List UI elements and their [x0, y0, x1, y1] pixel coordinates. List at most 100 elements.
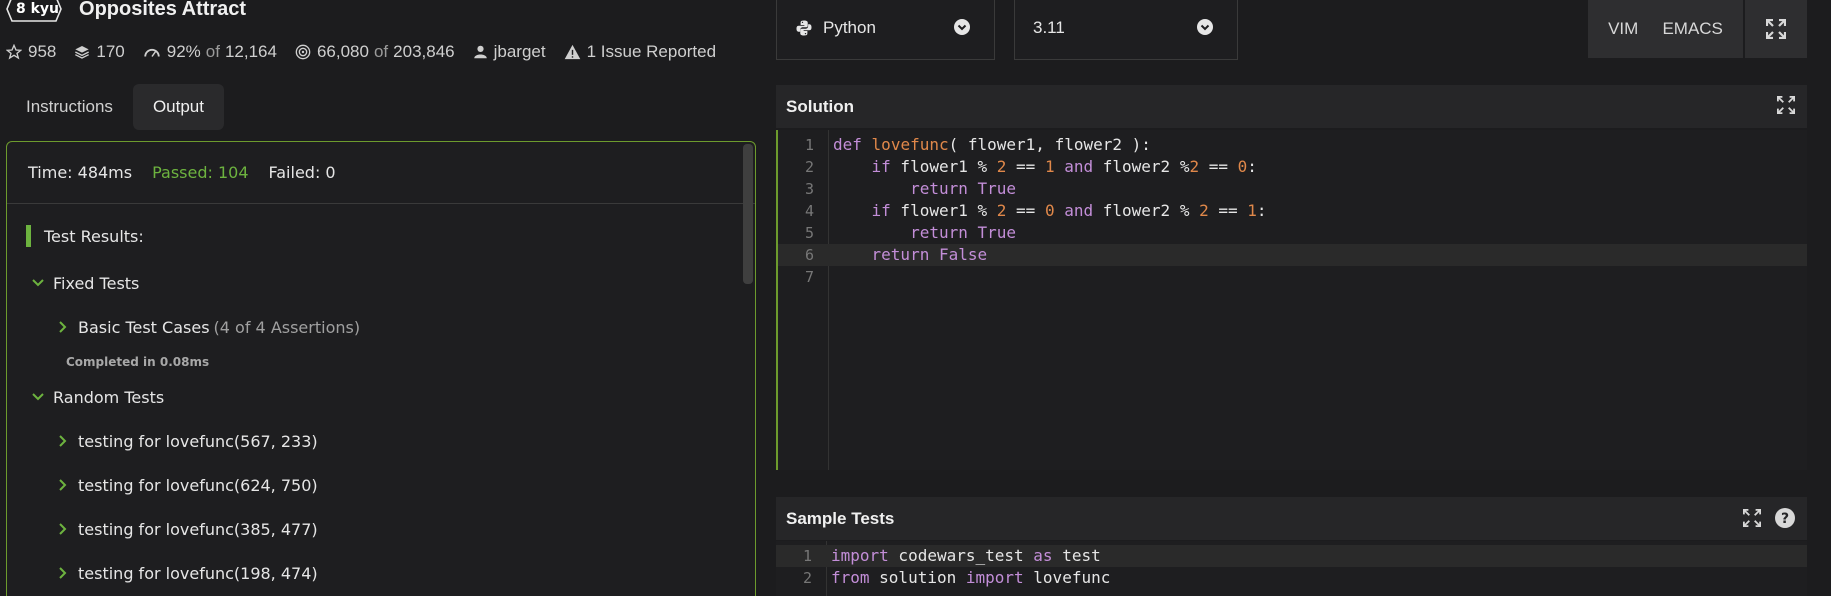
time-label: Time: 484ms	[28, 163, 133, 182]
basic-cases-label: Basic Test Cases	[78, 317, 210, 337]
kata-title: Opposites Attract	[79, 0, 247, 20]
line-number: 1	[802, 547, 812, 565]
code-text: return True	[910, 179, 1017, 198]
code-text: def lovefunc( flower1, flower2 ):	[833, 135, 1151, 154]
version-label: 3.11	[1033, 18, 1065, 37]
line-number: 1	[804, 136, 814, 154]
satisfaction-stat: 92% of 12,164	[143, 42, 277, 62]
chevron-down-icon	[1197, 19, 1213, 35]
chevron-right-icon	[59, 479, 67, 491]
expand-icon[interactable]	[1743, 509, 1761, 527]
random-test-label: testing for lovefunc(198, 474)	[78, 563, 318, 583]
code-text: from solution import lovefunc	[831, 568, 1111, 587]
kata-stats: 958 170 92% of 12,164 66,080 of 203,846 …	[6, 42, 734, 62]
chevron-down-icon	[32, 279, 44, 287]
stars-stat[interactable]: 958	[6, 42, 56, 62]
test-summary: Time: 484ms Passed: 104 Failed: 0	[7, 142, 755, 204]
code-text: if flower1 % 2 == 1 and flower2 %2 == 0:	[871, 157, 1257, 176]
completions-stat: 66,080 of 203,846	[295, 42, 455, 62]
random-test-label: testing for lovefunc(624, 750)	[78, 475, 318, 495]
completed-time: Completed in 0.08ms	[66, 355, 210, 369]
results-accent-bar	[26, 225, 31, 247]
random-tests-group[interactable]: Random Tests	[31, 386, 755, 408]
code-line: 2 from solution import lovefunc	[776, 567, 1807, 589]
sample-tests-header: Sample Tests ?	[776, 497, 1807, 540]
rank-badge[interactable]: 8 kyu	[6, 0, 69, 22]
target-icon	[295, 44, 311, 60]
user-icon	[473, 45, 487, 59]
code-line-active: 1 import codewars_test as test	[776, 545, 1807, 567]
python-icon	[796, 20, 812, 36]
collections-count: 170	[96, 42, 125, 61]
expand-icon	[1766, 19, 1786, 39]
solution-header: Solution	[776, 85, 1807, 128]
sample-tests-title: Sample Tests	[786, 508, 895, 528]
rank-label: 8 kyu	[16, 1, 60, 17]
stars-count: 958	[28, 42, 57, 61]
chevron-right-icon	[59, 435, 67, 447]
solution-editor[interactable]: 1 def lovefunc( flower1, flower2 ): 2 if…	[776, 130, 1807, 470]
line-number: 3	[804, 180, 814, 198]
code-text: return True	[910, 223, 1017, 242]
solution-header-actions	[1763, 96, 1795, 114]
solution-title: Solution	[786, 96, 854, 116]
collections-stat[interactable]: 170	[74, 42, 125, 62]
line-number: 4	[804, 202, 814, 220]
emacs-mode-button[interactable]: EMACS	[1662, 19, 1722, 39]
fixed-tests-label: Fixed Tests	[53, 273, 140, 293]
random-test-label: testing for lovefunc(385, 477)	[78, 519, 318, 539]
sample-tests-editor[interactable]: 1 import codewars_test as test 2 from so…	[776, 541, 1807, 596]
basic-assertions: (4 of 4 Assertions)	[213, 317, 361, 337]
code-text: return False	[871, 245, 988, 264]
code-line: 4 if flower1 % 2 == 0 and flower2 % 2 ==…	[778, 200, 1807, 222]
language-label: Python	[823, 18, 876, 37]
layers-icon	[75, 46, 90, 59]
list-item[interactable]: testing for lovefunc(385, 477)	[56, 518, 755, 540]
chevron-right-icon	[59, 567, 67, 579]
line-number: 7	[804, 268, 814, 286]
random-tests-label: Random Tests	[53, 387, 165, 407]
results-title: Test Results:	[44, 226, 144, 246]
list-item[interactable]: testing for lovefunc(567, 233)	[56, 430, 755, 452]
list-item[interactable]: testing for lovefunc(198, 474)	[56, 562, 755, 584]
list-item[interactable]: testing for lovefunc(624, 750)	[56, 474, 755, 496]
fullscreen-button[interactable]	[1745, 0, 1807, 58]
output-scrollbar[interactable]	[743, 144, 753, 284]
expand-icon[interactable]	[1777, 96, 1795, 114]
fixed-tests-group[interactable]: Fixed Tests	[31, 272, 755, 294]
code-line: 5 return True	[778, 222, 1807, 244]
passed-label: Passed: 104	[152, 163, 249, 182]
line-number: 2	[804, 158, 814, 176]
code-text: import codewars_test as test	[831, 546, 1101, 565]
chevron-down-icon	[32, 393, 44, 401]
code-line-active: 6 return False	[778, 244, 1807, 266]
basic-test-cases[interactable]: Basic Test Cases (4 of 4 Assertions)	[56, 316, 755, 338]
code-text: if flower1 % 2 == 0 and flower2 % 2 == 1…	[871, 201, 1267, 220]
test-results: Test Results: Fixed Tests Basic Test Cas…	[7, 204, 755, 584]
tab-instructions[interactable]: Instructions	[6, 84, 133, 130]
language-select[interactable]: Python	[776, 0, 995, 60]
issues-stat[interactable]: 1 Issue Reported	[564, 42, 716, 62]
code-line: 7	[778, 266, 1807, 288]
chevron-right-icon	[59, 321, 67, 333]
version-select[interactable]: 3.11	[1014, 0, 1238, 60]
line-number: 6	[804, 246, 814, 264]
code-line: 3 return True	[778, 178, 1807, 200]
keymap-mode-group: VIM EMACS	[1588, 0, 1743, 58]
line-number: 5	[804, 224, 814, 242]
help-icon[interactable]: ?	[1775, 508, 1795, 528]
chevron-right-icon	[59, 523, 67, 535]
tab-output[interactable]: Output	[132, 84, 224, 130]
random-test-label: testing for lovefunc(567, 233)	[78, 431, 318, 451]
vim-mode-button[interactable]: VIM	[1608, 19, 1638, 39]
kata-tabs: Instructions Output	[6, 84, 224, 130]
author-name: jbarget	[493, 42, 546, 61]
completions-total: 203,846	[393, 42, 455, 61]
satisfaction-of: of	[205, 42, 220, 61]
gauge-icon	[144, 48, 160, 57]
chevron-down-icon	[954, 19, 970, 35]
author-stat[interactable]: jbarget	[473, 42, 546, 62]
left-panel: 8 kyu Opposites Attract 958 170 92% of 1…	[0, 0, 770, 596]
output-panel: Time: 484ms Passed: 104 Failed: 0 Test R…	[6, 141, 756, 596]
code-line: 2 if flower1 % 2 == 1 and flower2 %2 == …	[778, 156, 1807, 178]
